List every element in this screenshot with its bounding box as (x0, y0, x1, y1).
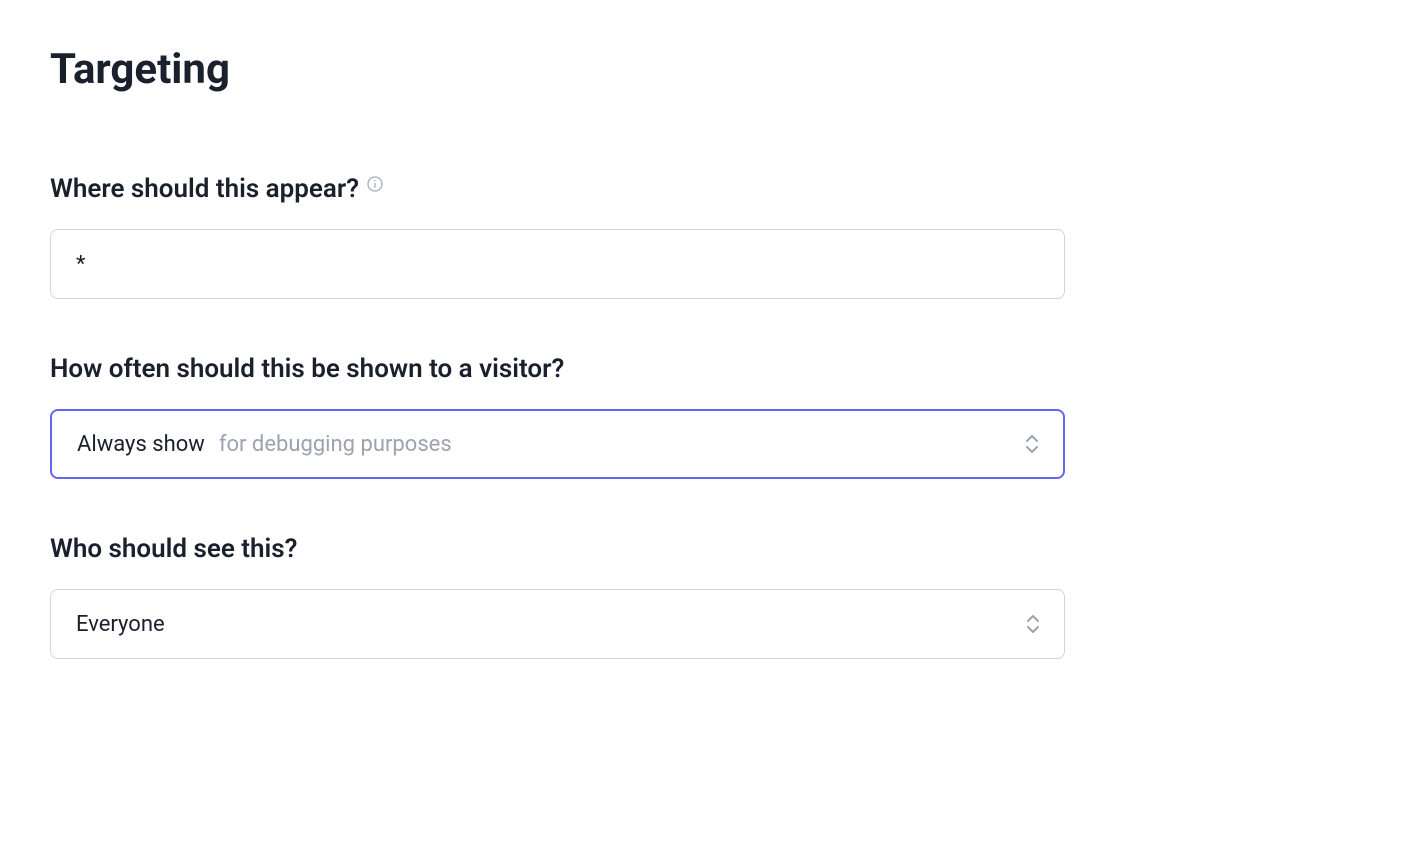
audience-selected-value: Everyone (76, 612, 165, 637)
frequency-label-row: How often should this be shown to a visi… (50, 354, 1370, 384)
audience-select[interactable]: Everyone (50, 589, 1065, 659)
frequency-hint: for debugging purposes (219, 432, 452, 457)
page-title: Targeting (50, 45, 1370, 94)
chevron-up-down-icon (1023, 431, 1041, 457)
where-label: Where should this appear? (50, 174, 359, 204)
where-group: Where should this appear? (50, 174, 1370, 299)
audience-label-row: Who should see this? (50, 534, 1370, 564)
frequency-selected-value: Always show (77, 432, 205, 457)
info-icon[interactable] (367, 176, 383, 192)
audience-group: Who should see this? Everyone (50, 534, 1370, 659)
frequency-select[interactable]: Always show for debugging purposes (50, 409, 1065, 479)
chevron-up-down-icon (1024, 611, 1042, 637)
frequency-label: How often should this be shown to a visi… (50, 354, 564, 384)
where-input[interactable] (50, 229, 1065, 299)
frequency-group: How often should this be shown to a visi… (50, 354, 1370, 479)
audience-label: Who should see this? (50, 534, 297, 564)
where-label-row: Where should this appear? (50, 174, 1370, 204)
